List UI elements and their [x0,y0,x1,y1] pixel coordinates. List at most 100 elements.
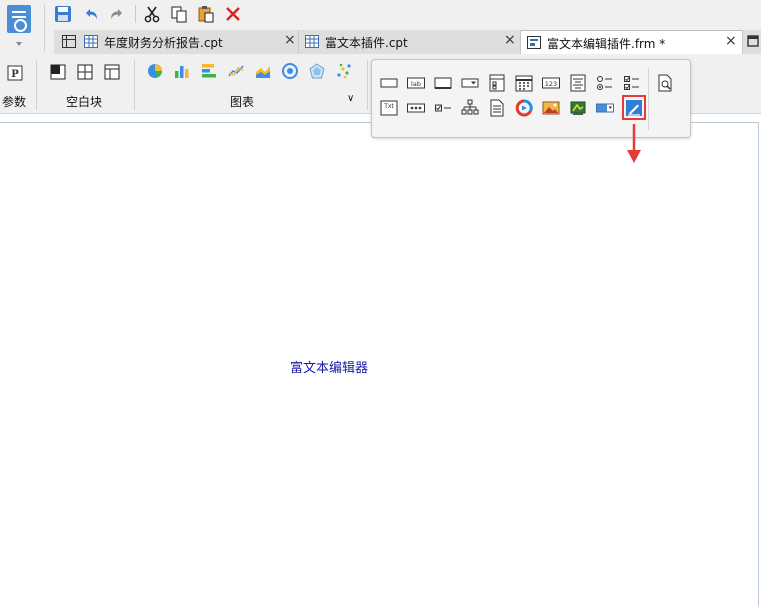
svg-text:lab: lab [411,80,421,88]
parameter-icon[interactable]: P [7,65,23,81]
number-icon: 123 [542,77,560,89]
label-icon: lab [407,77,425,89]
cut-icon [144,6,160,23]
tab-rich-text-plugin[interactable]: 富文本插件.cpt × [299,30,521,54]
app-menu-icon [7,5,31,33]
checkbox-widget[interactable] [433,98,453,118]
file-widget[interactable] [487,98,507,118]
undo-icon [86,9,97,19]
divider [367,60,368,110]
button-widget[interactable] [433,73,453,93]
rich-text-editor-widget[interactable]: 富文本编辑器 [290,357,368,376]
text-field-icon [380,78,398,88]
divider [36,60,37,110]
tab-label: 富文本编辑插件.frm * [547,37,666,51]
tab-label: 富文本插件.cpt [325,36,408,50]
text-widget-icon: Txt [380,100,398,116]
video-icon [515,99,533,117]
pie-chart-icon[interactable] [147,63,163,79]
checkbox-group-widget[interactable] [622,73,642,93]
file-icon [490,99,504,117]
tab-annual-financial-report[interactable]: 年度财务分析报告.cpt × [54,30,299,54]
redo-button[interactable] [106,3,128,25]
divider [134,60,135,110]
gauge-chart-icon[interactable] [282,63,298,79]
paste-icon [198,6,214,23]
close-icon[interactable]: × [504,32,516,48]
chevron-down-icon[interactable]: ∨ [347,93,354,104]
web-icon [570,101,586,115]
redo-icon [111,9,122,19]
line-chart-icon[interactable] [228,63,244,79]
close-icon[interactable]: × [725,33,737,49]
arrow-down-icon [627,124,641,163]
copy-icon [171,6,187,23]
chevron-down-icon [16,42,22,46]
dropdown-box-icon [596,103,614,113]
radio-group-icon [597,76,612,90]
dropdown-box-widget[interactable] [595,98,615,118]
image-widget[interactable] [541,98,561,118]
save-icon [55,6,71,22]
text-widget[interactable]: Txt [379,98,399,118]
web-widget[interactable] [568,98,588,118]
divider [648,68,649,130]
report-icon [305,35,319,48]
text-area-widget[interactable] [568,73,588,93]
highlight-box [622,95,646,120]
close-icon[interactable]: × [284,32,296,48]
tab-block-icon[interactable] [104,64,120,80]
tab-overflow-button[interactable] [743,30,761,54]
text-area-icon [570,74,586,92]
checkbox-icon [435,104,451,112]
video-widget[interactable] [514,98,534,118]
dropdown-tree-widget[interactable] [487,73,507,93]
area-chart-icon[interactable] [255,63,271,79]
tree-widget[interactable] [460,98,480,118]
cut-button[interactable] [141,3,163,25]
form-canvas[interactable] [0,122,759,606]
title-toolbar: 年度财务分析报告.cpt × 富文本插件.cpt × 富文本编辑插件.frm *… [0,0,761,56]
checkbox-group-icon [624,76,639,90]
undo-button[interactable] [80,3,102,25]
label-widget[interactable]: lab [406,73,426,93]
split-block-icon[interactable] [77,64,93,80]
password-icon [407,103,425,113]
radio-group-widget[interactable] [595,73,615,93]
dropdown-tree-icon [489,74,505,92]
bar-chart-icon[interactable] [174,63,190,79]
svg-text:P: P [11,69,19,80]
preview-button[interactable] [655,73,675,93]
svg-text:Txt: Txt [383,103,394,110]
scatter-chart-icon[interactable] [336,63,352,79]
radar-chart-icon[interactable] [309,63,325,79]
report-icon [84,35,98,48]
number-widget[interactable]: 123 [541,73,561,93]
dropdown-widget[interactable] [460,73,480,93]
password-widget[interactable] [406,98,426,118]
delete-icon [226,7,240,21]
blank-block-group-label: 空白块 [66,95,103,109]
chart-group-label: 图表 [230,95,255,109]
save-button[interactable] [52,3,74,25]
tab-rich-text-editor-plugin[interactable]: 富文本编辑插件.frm * × [521,30,743,54]
date-widget[interactable] [514,73,534,93]
svg-text:123: 123 [545,80,557,88]
tree-icon [461,99,479,115]
delete-button[interactable] [222,3,244,25]
divider [44,4,45,52]
grid-tab-icon [62,35,76,48]
preview-icon [658,74,672,92]
button-icon [434,77,452,89]
horizontal-bar-chart-icon[interactable] [201,63,217,79]
absolute-block-icon[interactable] [50,64,66,80]
app-menu-button[interactable] [4,4,34,50]
form-icon [527,36,541,49]
text-field-widget[interactable] [379,73,399,93]
dropdown-icon [461,78,479,88]
divider [135,5,136,23]
copy-button[interactable] [168,3,190,25]
paste-button[interactable] [195,3,217,25]
date-icon [515,75,533,92]
image-icon [542,101,560,115]
